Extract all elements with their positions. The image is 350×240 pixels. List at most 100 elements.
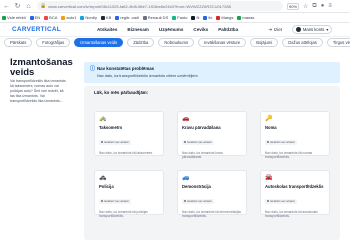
report-tabs: Pārskats Fotogrāfijas Izmantošanas veids Zā… — [0, 38, 350, 50]
check-card-title: Policija — [99, 184, 114, 189]
bookmark-item[interactable]: BCA — [44, 15, 57, 20]
address-bar[interactable]: 🔒 www.carvertical.com/lv/report/08c11025… — [37, 1, 283, 11]
check-card-title: Autoskolas transportlīdzeklis — [265, 184, 324, 189]
check-card-text: Nav datu, ka izmantots kā nomas transpor… — [265, 151, 313, 159]
check-card: 🚙 Demonstrācija Ierakstī nav atrasti Nav da… — [177, 170, 247, 218]
bookmark-favicon-icon — [44, 15, 49, 20]
tab-8[interactable]: Tirgus vērtība — [326, 38, 350, 47]
bookmark-favicon-icon — [191, 15, 196, 20]
nav-item-company[interactable]: Uzņēmums — [159, 27, 184, 32]
bookmark-favicon-icon — [203, 15, 208, 20]
home-icon[interactable]: ⌂ — [24, 2, 33, 11]
check-card-title: Kravu pārvadāšana — [182, 125, 221, 130]
bookmark-favicon-icon — [100, 15, 105, 20]
bookmark-item[interactable]: Mangs — [216, 15, 233, 20]
tab-6[interactable]: Bojājumi — [250, 38, 279, 47]
check-card: 🚓 Policija Ierakstī nav atrasti Nav datu, k… — [94, 170, 164, 218]
status-badge: Ierakstī nav atrasti — [99, 198, 131, 204]
tab-5[interactable]: Ievākšanas vēsture — [198, 38, 247, 47]
bookmark-item[interactable]: KB — [100, 15, 111, 20]
nav-item-prices[interactable]: Ceviks — [193, 27, 208, 32]
bookmark-item[interactable]: auto1 — [61, 15, 76, 20]
star-icon[interactable]: ☆ — [303, 3, 308, 10]
back-arrow-icon[interactable]: ← — [2, 2, 11, 11]
check-card-text: Nav datu, ka izmantots kā policijas tran… — [99, 210, 148, 218]
profile-icon[interactable]: ● — [321, 3, 325, 9]
bookmark-favicon-icon — [237, 15, 242, 20]
tab-2[interactable]: Izmantošanas veids — [74, 38, 124, 47]
browser-toolbar: ← ↻ ⌂ 🔒 www.carvertical.com/lv/report/08… — [0, 0, 350, 13]
logout-icon: ⇥ — [268, 26, 272, 32]
check-circle-icon — [101, 141, 103, 143]
bookmark-item[interactable]: Vide efekti — [2, 15, 26, 20]
check-card-text: Nav datu, ka izmantots kravu pārvadāšana… — [182, 151, 224, 159]
car-icon: 🚗 — [182, 116, 190, 122]
check-circle-icon — [184, 200, 186, 202]
tab-3[interactable]: Zādzība — [127, 38, 155, 47]
school-car-icon: 🚘 — [265, 175, 273, 181]
check-circle-icon — [267, 200, 269, 202]
bookmark-item[interactable]: manas — [237, 15, 254, 20]
check-card-text: Nav datu, ka izmantots kā demonstrācijas… — [182, 210, 241, 218]
bookmark-item[interactable]: N — [191, 15, 199, 20]
bookmark-favicon-icon — [80, 15, 85, 20]
tab-7[interactable]: Dažus attēlojas — [282, 38, 323, 47]
reload-icon[interactable]: ↻ — [13, 2, 22, 11]
check-circle-icon — [184, 141, 186, 143]
bookmark-favicon-icon — [2, 15, 6, 20]
showroom-icon: 🚙 — [182, 175, 190, 181]
alert-title: Nav konstatētas problēmas — [97, 66, 155, 71]
page-title: Izmantošanas veids — [10, 57, 73, 78]
check-card: 🔑 Noma Ierakstī nav atrasti Nav datu, ka iz… — [260, 111, 330, 159]
check-card-text: Nav datu, ka izmantots kā taksometrs. — [99, 151, 154, 155]
bookmark-item[interactable]: EN — [29, 15, 40, 20]
status-alert: ⓘ Nav konstatētas problēmas Nav datu, ka… — [84, 62, 340, 83]
zoom-level[interactable]: 90% — [287, 2, 300, 10]
extensions-icon[interactable]: ⧉ — [312, 3, 316, 10]
check-card-text: Nav datu, ka izmantots kā autoskolas tra… — [265, 210, 318, 218]
account-button[interactable]: Mans konts ▾ — [291, 25, 333, 34]
check-card: 🚕 Taksometrs Ierakstī nav atrasti Nav datu,… — [94, 111, 164, 156]
check-card: 🚘 Autoskolas transportlīdzeklis Ierakstī n… — [260, 170, 330, 218]
info-icon: ⓘ — [90, 66, 96, 72]
status-badge: Ierakstī nav atrasti — [265, 198, 297, 204]
check-card: 🚗 Kravu pārvadāšana Ierakstī nav atrasti Na… — [177, 111, 247, 159]
lock-icon: 🔒 — [40, 3, 47, 9]
page-description: Vai transportlīdzeklis tika izmantots kā… — [10, 79, 66, 103]
bookmark-item[interactable]: Nordly — [80, 15, 97, 20]
bookmark-favicon-icon — [216, 15, 221, 20]
tab-4[interactable]: Nobraukums — [158, 38, 195, 47]
checks-panel: Lūk, ko mēs pārbaudījām: 🚕 Taksometrs Iera… — [84, 86, 340, 240]
menu-icon[interactable]: ≡ — [328, 3, 332, 9]
bookmark-favicon-icon — [61, 15, 66, 20]
status-badge: Ierakstī nav atrasti — [182, 139, 214, 145]
tab-0[interactable]: Pārskats — [4, 38, 33, 47]
bookmarks-bar: Vide efekti EN BCA auto1 Nordly KB regitr. cad… — [0, 13, 350, 23]
site-logo[interactable]: CARVERTICAL — [12, 26, 61, 33]
logout-link[interactable]: ⇥ Iziet — [268, 27, 282, 33]
status-badge: Ierakstī nav atrasti — [99, 139, 131, 145]
check-card-title: Taksometrs — [99, 125, 123, 130]
bookmark-favicon-icon — [172, 15, 177, 20]
status-badge: Ierakstī nav atrasti — [265, 139, 297, 145]
status-badge: Ierakstī nav atrasti — [182, 198, 214, 204]
bookmark-favicon-icon — [29, 15, 34, 20]
tab-1[interactable]: Fotogrāfijas — [36, 38, 71, 47]
panel-heading: Lūk, ko mēs pārbaudījām: — [94, 90, 149, 95]
bookmark-item[interactable]: fix — [203, 15, 212, 20]
user-avatar-icon — [295, 27, 301, 32]
nav-item-help[interactable]: Palīdzība — [218, 27, 238, 32]
nav-item-business[interactable]: Biznesam — [127, 27, 148, 32]
police-icon: 🚓 — [99, 175, 107, 181]
bookmark-item[interactable]: Renault DS — [142, 15, 168, 20]
url-text: www.carvertical.com/lv/report/08c11025-f… — [48, 3, 231, 9]
nav-item-reports[interactable]: Atskaites — [97, 27, 117, 32]
chevron-down-icon: ▾ — [326, 26, 329, 32]
bookmark-item[interactable]: regitr. cadi — [115, 15, 139, 20]
site-header: CARVERTICAL Atskaites Biznesam Uzņēmums … — [0, 23, 350, 37]
bookmark-favicon-icon — [142, 15, 147, 20]
check-card-title: Demonstrācija — [182, 184, 211, 189]
key-icon: 🔑 — [265, 116, 273, 122]
main-nav: Atskaites Biznesam Uzņēmums Ceviks Palīd… — [97, 27, 238, 32]
bookmark-item[interactable]: Fauto — [172, 15, 187, 20]
